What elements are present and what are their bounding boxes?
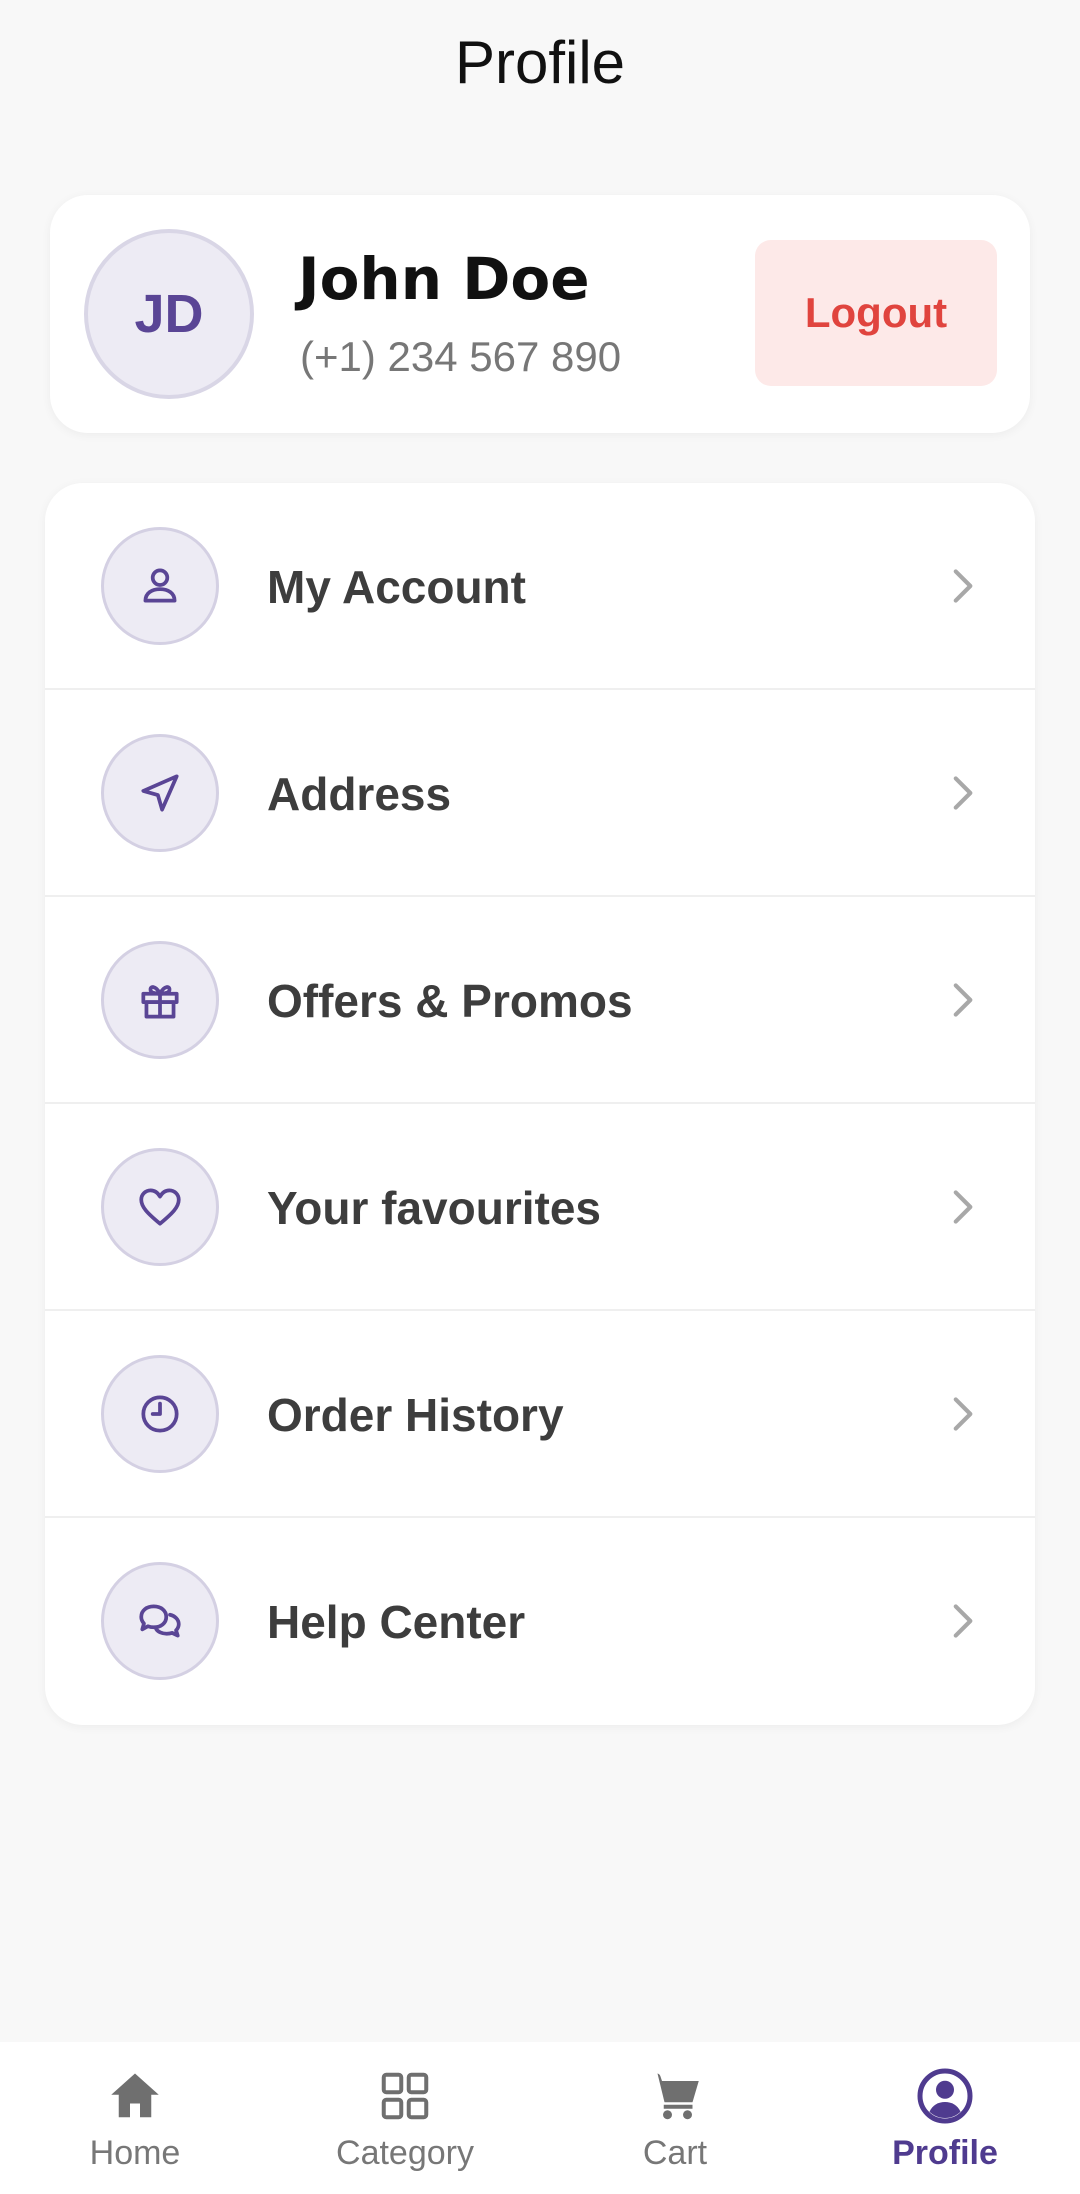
user-phone: (+1) 234 567 890: [300, 333, 622, 380]
nav-label: Home: [89, 2134, 181, 2172]
user-name: John Doe: [298, 245, 590, 313]
logout-button[interactable]: Logout: [755, 240, 997, 386]
menu-item-order-history[interactable]: Order History: [45, 1311, 1035, 1518]
menu-item-address[interactable]: Address: [45, 690, 1035, 897]
menu-item-label: Address: [267, 767, 452, 820]
menu-item-help-center[interactable]: Help Center: [45, 1518, 1035, 1725]
chevron-right-icon: [953, 983, 973, 1017]
nav-label: Profile: [892, 2134, 998, 2172]
nav-item-home[interactable]: Home: [0, 2042, 270, 2194]
profile-card: JD John Doe (+1) 234 567 890 Logout: [50, 195, 1030, 433]
grid-icon: [381, 2072, 429, 2120]
navigation-arrow-icon: [101, 734, 219, 852]
menu-item-label: Help Center: [267, 1595, 526, 1648]
nav-item-profile[interactable]: Profile: [810, 2042, 1080, 2194]
menu-item-label: Order History: [267, 1388, 564, 1441]
menu-item-offers-promos[interactable]: Offers & Promos: [45, 897, 1035, 1104]
nav-item-category[interactable]: Category: [270, 2042, 540, 2194]
chevron-right-icon: [953, 569, 973, 603]
chat-bubbles-icon: [101, 1562, 219, 1680]
menu-item-my-account[interactable]: My Account: [45, 483, 1035, 690]
bottom-navigation: Home Category Cart Profile: [0, 2042, 1080, 2194]
avatar: JD: [84, 229, 254, 399]
chevron-right-icon: [953, 1604, 973, 1638]
profile-screen: Profile JD John Doe (+1) 234 567 890 Log…: [0, 0, 1080, 2194]
chevron-right-icon: [953, 776, 973, 810]
chevron-right-icon: [953, 1397, 973, 1431]
heart-icon: [101, 1148, 219, 1266]
menu-item-label: Your favourites: [267, 1181, 601, 1234]
user-icon: [101, 527, 219, 645]
clock-icon: [101, 1355, 219, 1473]
page-title: Profile: [454, 29, 626, 96]
profile-menu: My Account Address Offers & Promos Your …: [45, 483, 1035, 1725]
chevron-right-icon: [953, 1190, 973, 1224]
nav-label: Category: [336, 2134, 474, 2172]
menu-item-label: Offers & Promos: [267, 974, 633, 1027]
nav-label: Cart: [642, 2134, 708, 2172]
menu-item-label: My Account: [267, 560, 526, 613]
cart-icon: [648, 2073, 699, 2120]
account-circle-icon: [917, 2068, 973, 2124]
menu-item-your-favourites[interactable]: Your favourites: [45, 1104, 1035, 1311]
home-icon: [111, 2073, 159, 2118]
gift-icon: [101, 941, 219, 1059]
nav-item-cart[interactable]: Cart: [540, 2042, 810, 2194]
